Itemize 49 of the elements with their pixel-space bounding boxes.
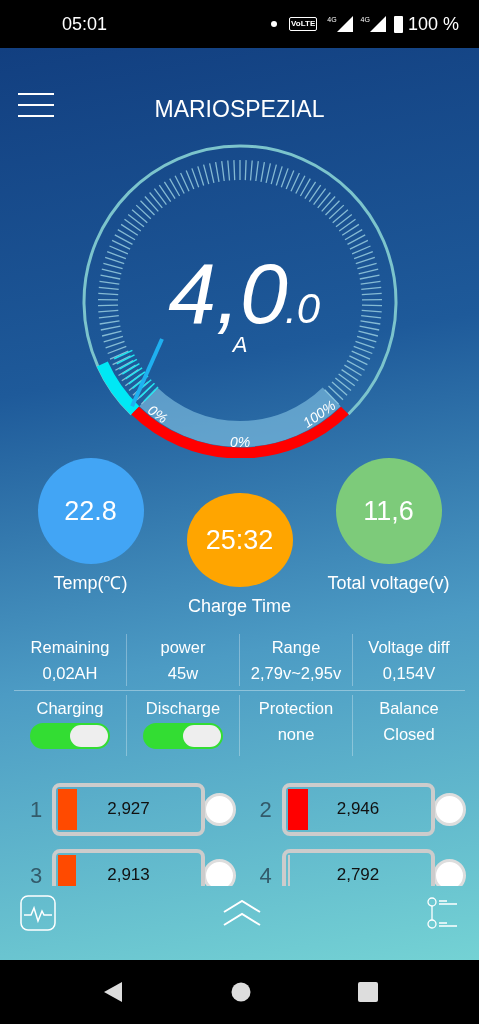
control-label: Charging: [35, 698, 105, 719]
voltage-circle: 11,6: [335, 458, 442, 564]
stat-label: Range: [270, 637, 322, 658]
cell-terminal-icon: [203, 858, 236, 886]
cell-number: 1: [28, 795, 44, 824]
stat-label: Remaining: [29, 637, 111, 658]
circle-label: Temp(℃): [53, 572, 128, 595]
home-icon[interactable]: [230, 982, 251, 1002]
clock-text: 05:01: [62, 12, 108, 36]
control-label: Discharge: [144, 698, 222, 719]
expand-up-icon[interactable]: [222, 899, 261, 926]
recents-icon[interactable]: [357, 982, 378, 1002]
cell-terminal-icon: [203, 792, 236, 826]
control-value: none: [276, 724, 316, 745]
cell-voltage: 2,913: [107, 864, 150, 886]
control-label: Balance: [378, 698, 440, 719]
cell-number: 2: [258, 795, 273, 824]
charge-time-circle: 25:32: [186, 493, 293, 587]
cell-voltage: 2,792: [336, 864, 380, 886]
app-title: MARIOSPEZIAL: [154, 95, 325, 124]
temperature-circle: 22.8: [37, 458, 144, 564]
waveform-icon[interactable]: [20, 894, 56, 931]
signal-icon: [369, 16, 386, 32]
soc-label: 0%: [145, 401, 171, 427]
stat-value: 0,02AH: [41, 663, 99, 684]
stat-value: 45w: [166, 663, 200, 684]
cell-number: 3: [28, 861, 44, 886]
volte-icon: VoLTE: [289, 17, 318, 31]
menu-icon[interactable]: [18, 92, 54, 118]
cell-voltage: 2,946: [336, 798, 380, 821]
control-value: Closed: [382, 724, 436, 745]
stat-label: power: [159, 637, 207, 658]
stat-value: 0,154V: [381, 663, 437, 684]
control-label: Protection: [257, 698, 335, 719]
gauge-needle: [130, 338, 164, 407]
soc-label: 0%: [229, 434, 251, 450]
battery-percent-text: 100 %: [407, 12, 459, 36]
cell-voltage: 2,927: [107, 798, 150, 821]
signal-icon: [336, 16, 353, 32]
battery-icon: [393, 15, 403, 33]
circle-label: Total voltage(v): [327, 572, 450, 595]
stat-value: 2,79v~2,95v: [249, 663, 343, 684]
stat-label: Voltage diff: [367, 637, 451, 658]
circle-label: Charge Time: [187, 595, 291, 618]
notification-dot-icon: [271, 21, 278, 27]
toggle-switch[interactable]: [30, 723, 110, 749]
history-list-icon[interactable]: [427, 895, 459, 930]
toggle-switch[interactable]: [143, 723, 223, 749]
cell-number: 4: [258, 861, 273, 886]
